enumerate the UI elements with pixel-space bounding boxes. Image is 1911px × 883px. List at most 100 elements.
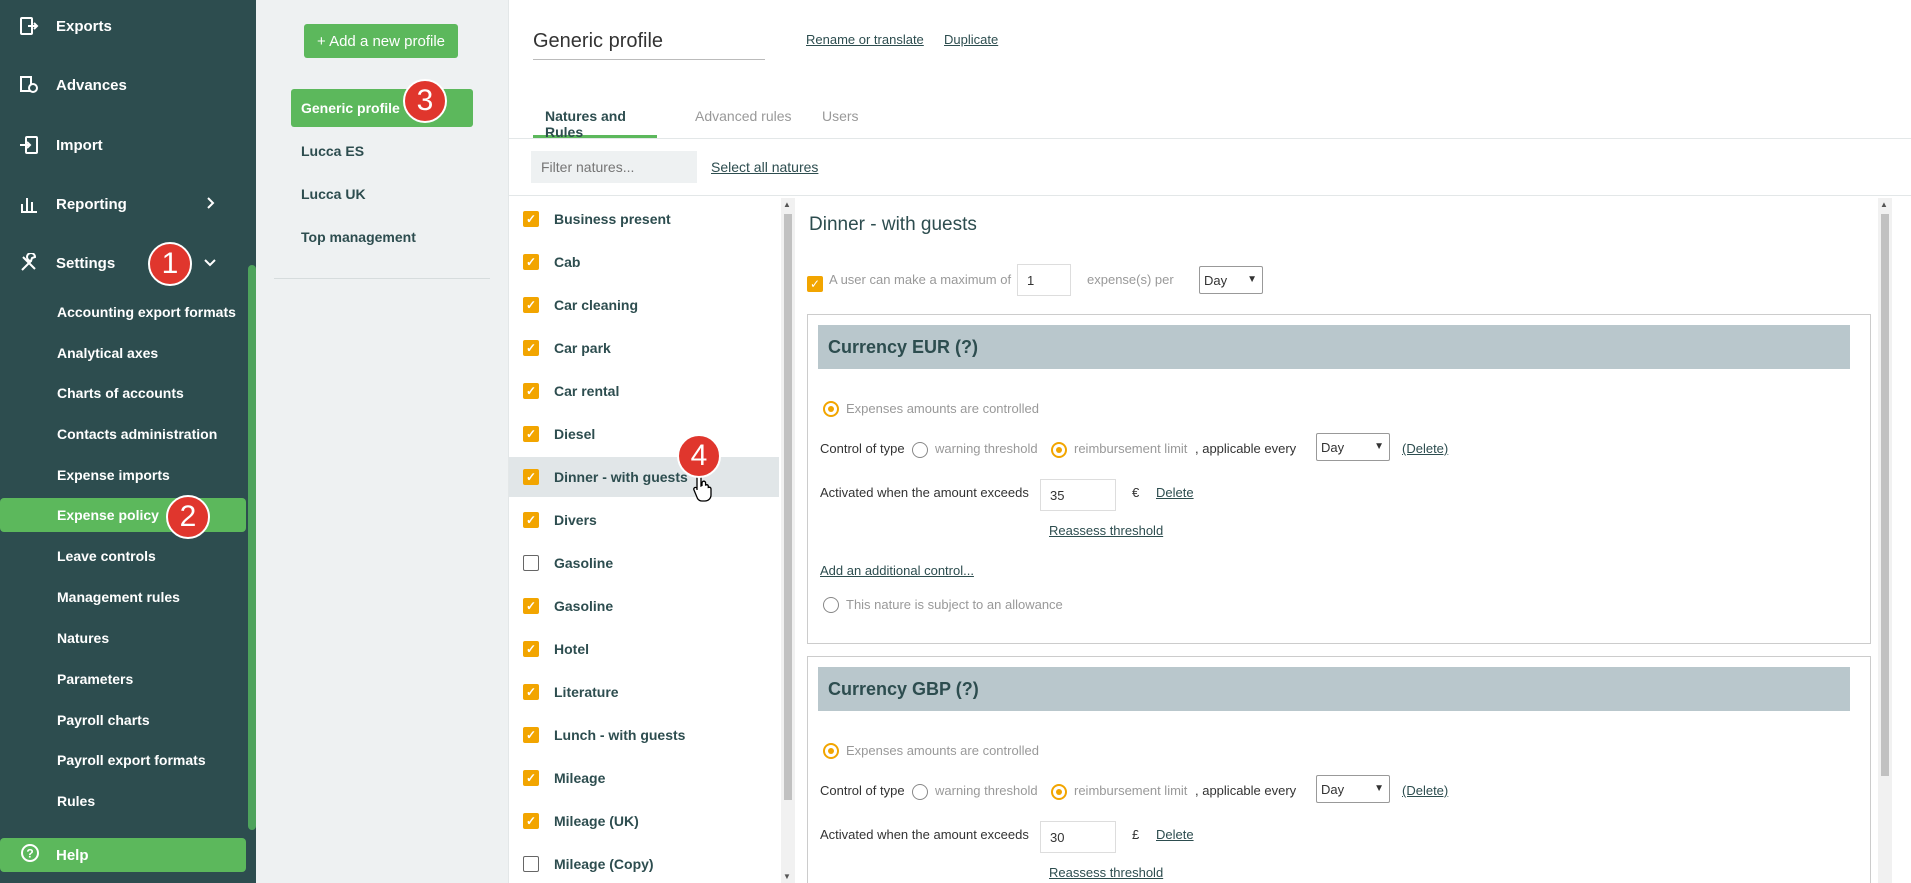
nature-item[interactable]: ✓ Diesel — [509, 414, 779, 454]
sidebar-item-settings[interactable]: Settings — [0, 243, 246, 283]
nature-checkbox[interactable]: ✓ — [523, 726, 539, 743]
threshold-amount-input[interactable]: 30 — [1040, 821, 1116, 853]
sidebar-item-exports[interactable]: Exports — [0, 6, 246, 46]
sidebar-scrollbar[interactable] — [248, 265, 256, 830]
nature-item[interactable]: ✓ Mileage (UK) — [509, 801, 779, 841]
delete-threshold-link[interactable]: Delete — [1156, 485, 1194, 500]
nature-item[interactable]: ✓ Car rental — [509, 371, 779, 411]
tab-advanced-rules[interactable]: Advanced rules — [695, 108, 792, 138]
sidebar-sub-label: Natures — [57, 630, 110, 646]
nature-checkbox[interactable]: ✓ — [523, 339, 539, 356]
nature-checkbox[interactable] — [523, 855, 539, 872]
nature-checkbox[interactable]: ✓ — [523, 511, 539, 528]
nature-item[interactable]: ✓ Hotel — [509, 629, 779, 669]
warning-threshold-label: warning threshold — [935, 783, 1038, 798]
nature-item[interactable]: ✓ Mileage — [509, 758, 779, 798]
nature-checkbox[interactable]: ✓ — [523, 425, 539, 442]
nature-checkbox[interactable]: ✓ — [523, 296, 539, 313]
profile-item-lucca-uk[interactable]: Lucca UK — [291, 175, 473, 213]
nature-item[interactable]: ✓ Car cleaning — [509, 285, 779, 325]
sidebar-sub-parameters[interactable]: Parameters — [0, 662, 246, 696]
nature-item[interactable]: ✓ Car park — [509, 328, 779, 368]
scroll-down-icon[interactable]: ▼ — [783, 872, 791, 881]
natures-scrollbar[interactable]: ▲ ▼ — [781, 198, 795, 883]
nature-checkbox[interactable]: ✓ — [523, 382, 539, 399]
nature-item[interactable]: ✓ Gasoline — [509, 586, 779, 626]
reimbursement-limit-radio[interactable] — [1051, 784, 1067, 800]
nature-item[interactable]: ✓ Literature — [509, 672, 779, 712]
exceeds-label: Activated when the amount exceeds — [820, 827, 1029, 842]
natures-scroll-thumb[interactable] — [784, 214, 792, 800]
sidebar-item-reporting[interactable]: Reporting — [0, 184, 246, 224]
nature-checkbox[interactable] — [523, 554, 539, 571]
sidebar-sub-rules[interactable]: Rules — [0, 784, 246, 818]
nature-item[interactable]: ✓ Cab — [509, 242, 779, 282]
sidebar-item-label: Advances — [56, 76, 127, 94]
delete-threshold-link[interactable]: Delete — [1156, 827, 1194, 842]
warning-threshold-radio[interactable] — [912, 442, 928, 458]
add-control-link[interactable]: Add an additional control... — [820, 563, 974, 578]
controlled-radio[interactable] — [823, 401, 839, 417]
add-profile-button[interactable]: + Add a new profile — [304, 24, 458, 58]
nature-item[interactable]: Gasoline — [509, 543, 779, 583]
chevron-down-icon: ▼ — [1374, 441, 1384, 452]
control-type-label: Control of type — [820, 783, 905, 798]
max-expenses-input[interactable]: 1 — [1017, 264, 1071, 296]
nature-checkbox[interactable]: ✓ — [523, 683, 539, 700]
detail-scrollbar[interactable]: ▲ — [1878, 198, 1892, 883]
reimbursement-limit-radio[interactable] — [1051, 442, 1067, 458]
profile-item-top-management[interactable]: Top management — [291, 218, 473, 256]
allowance-radio[interactable] — [823, 597, 839, 613]
tab-natures-and-rules[interactable]: Natures and Rules — [533, 108, 657, 140]
max-period-select[interactable]: Day ▼ — [1199, 266, 1263, 294]
nature-item[interactable]: Mileage (Copy) — [509, 844, 779, 883]
nature-label: Gasoline — [554, 554, 614, 571]
tab-users[interactable]: Users — [822, 108, 859, 138]
controlled-radio[interactable] — [823, 743, 839, 759]
nature-item[interactable]: ✓ Dinner - with guests — [509, 456, 779, 497]
filter-natures-input[interactable] — [531, 151, 697, 183]
help-button[interactable]: ? Help — [0, 838, 246, 872]
sidebar-sub-payroll-charts[interactable]: Payroll charts — [0, 703, 246, 737]
sidebar-sub-payroll-export-formats[interactable]: Payroll export formats — [0, 743, 246, 777]
delete-control-link[interactable]: (Delete) — [1402, 441, 1448, 456]
sidebar-sub-natures[interactable]: Natures — [0, 621, 246, 655]
sidebar-sub-accounting-export-formats[interactable]: Accounting export formats — [0, 295, 246, 329]
nature-checkbox[interactable]: ✓ — [523, 640, 539, 657]
sidebar-item-import[interactable]: Import — [0, 125, 246, 165]
warning-threshold-radio[interactable] — [912, 784, 928, 800]
nature-item[interactable]: ✓ Divers — [509, 500, 779, 540]
reassess-threshold-link[interactable]: Reassess threshold — [1049, 865, 1163, 880]
control-period-select[interactable]: Day ▼ — [1316, 433, 1390, 461]
scroll-up-icon[interactable]: ▲ — [1880, 200, 1888, 209]
sidebar-sub-management-rules[interactable]: Management rules — [0, 580, 246, 614]
control-period-select[interactable]: Day ▼ — [1316, 775, 1390, 803]
sidebar-item-advances[interactable]: Advances — [0, 65, 246, 105]
profile-item-lucca-es[interactable]: Lucca ES — [291, 132, 473, 170]
nature-item[interactable]: ✓ Lunch - with guests — [509, 715, 779, 755]
max-expenses-checkbox[interactable]: ✓ — [807, 276, 823, 292]
threshold-amount-input[interactable]: 35 — [1040, 479, 1116, 511]
duplicate-link[interactable]: Duplicate — [944, 32, 998, 47]
select-all-natures-link[interactable]: Select all natures — [711, 159, 818, 175]
nature-checkbox[interactable]: ✓ — [523, 253, 539, 270]
max-suffix-label: expense(s) per — [1087, 272, 1174, 287]
sidebar-sub-analytical-axes[interactable]: Analytical axes — [0, 336, 246, 370]
nature-checkbox[interactable]: ✓ — [523, 597, 539, 614]
sidebar-sub-charts-of-accounts[interactable]: Charts of accounts — [0, 376, 246, 410]
rename-link[interactable]: Rename or translate — [806, 32, 924, 47]
reassess-threshold-link[interactable]: Reassess threshold — [1049, 523, 1163, 538]
delete-control-link[interactable]: (Delete) — [1402, 783, 1448, 798]
nature-checkbox[interactable]: ✓ — [523, 210, 539, 227]
sidebar-sub-leave-controls[interactable]: Leave controls — [0, 539, 246, 573]
scroll-up-icon[interactable]: ▲ — [783, 200, 791, 209]
detail-scroll-thumb[interactable] — [1881, 214, 1889, 776]
nature-checkbox[interactable]: ✓ — [523, 812, 539, 829]
nature-checkbox[interactable]: ✓ — [523, 769, 539, 786]
nature-item[interactable]: ✓ Business present — [509, 199, 779, 239]
nature-checkbox[interactable]: ✓ — [523, 468, 539, 485]
profile-title[interactable]: Generic profile — [533, 30, 765, 60]
sidebar-sub-contacts-administration[interactable]: Contacts administration — [0, 417, 246, 451]
sidebar-sub-expense-imports[interactable]: Expense imports — [0, 458, 246, 492]
applicable-label: , applicable every — [1195, 783, 1297, 798]
